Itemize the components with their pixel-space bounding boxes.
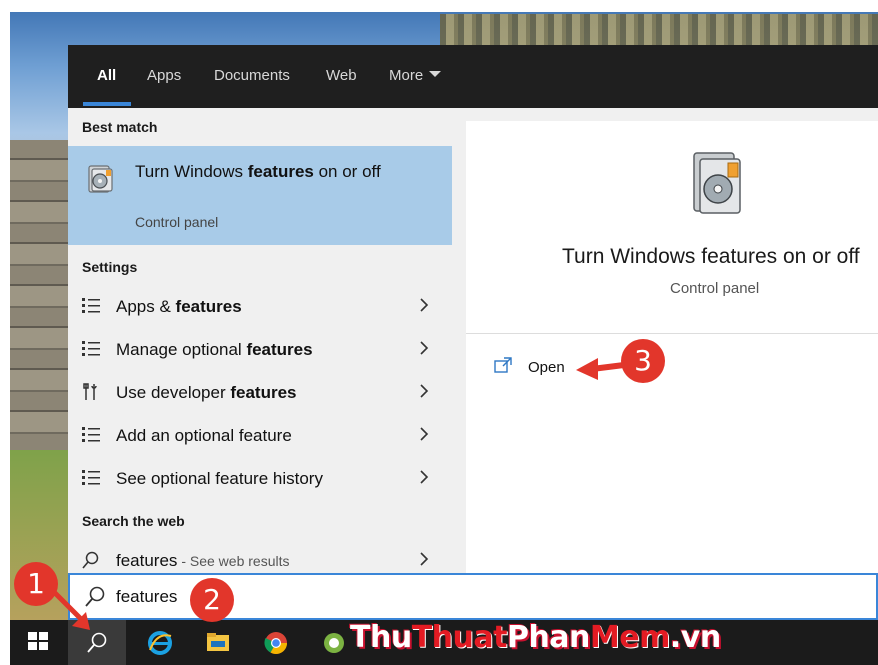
frame-top: [0, 0, 878, 12]
internet-explorer-icon: [148, 631, 172, 655]
open-label: Open: [528, 359, 565, 376]
search-icon: [82, 551, 99, 569]
search-panel: All Apps Documents Web More Best match T…: [68, 45, 878, 620]
chevron-down-icon: [429, 71, 442, 78]
chrome-icon: [264, 632, 287, 654]
preview-pane: Turn Windows features on or off Control …: [466, 121, 878, 573]
windows-features-icon: [88, 165, 113, 193]
preview-subtitle: Control panel: [670, 280, 760, 297]
taskbar-edge-button[interactable]: [130, 620, 188, 665]
chevron-right-icon: [420, 427, 429, 441]
list-icon: [82, 427, 100, 442]
tab-web[interactable]: Web: [326, 67, 357, 84]
list-icon: [82, 470, 100, 485]
list-icon: [82, 341, 100, 356]
step-badge-3: 3: [621, 339, 665, 383]
open-action[interactable]: Open: [494, 355, 584, 377]
settings-header: Settings: [82, 259, 138, 275]
results-list: Best match Turn Windows features on or o…: [68, 108, 453, 573]
chevron-right-icon: [420, 384, 429, 398]
preview-title: Turn Windows features on or off: [562, 245, 860, 268]
tab-more[interactable]: More: [389, 67, 442, 84]
frame-left: [0, 0, 10, 665]
taskbar-chrome-button[interactable]: [246, 620, 304, 665]
settings-item-label: See optional feature history: [116, 469, 323, 488]
chevron-right-icon: [420, 470, 429, 484]
taskbar-explorer-button[interactable]: [188, 620, 246, 665]
background-trees: [440, 14, 878, 46]
annotation-arrow-3: [576, 358, 625, 380]
tab-all[interactable]: All: [97, 67, 116, 84]
active-tab-indicator: [83, 102, 131, 106]
divider: [466, 333, 878, 334]
web-result-label: features - See web results: [116, 551, 290, 570]
taskbar: ThuThuatPhanMem.vn: [10, 620, 878, 665]
chevron-right-icon: [420, 552, 429, 566]
windows-features-icon: [693, 152, 741, 214]
best-match-result[interactable]: Turn Windows features on or off Control …: [68, 146, 452, 245]
settings-item-history[interactable]: See optional feature history: [68, 457, 452, 500]
settings-item-label: Add an optional feature: [116, 426, 292, 445]
tab-more-label: More: [389, 67, 424, 84]
open-icon: [494, 357, 512, 373]
tab-documents[interactable]: Documents: [214, 67, 290, 84]
best-match-subtitle: Control panel: [135, 214, 219, 230]
best-match-title: Turn Windows features on or off: [135, 162, 381, 181]
search-filter-bar: All Apps Documents Web More: [68, 45, 878, 108]
watermark: ThuThuatPhanMem.vn: [350, 620, 721, 655]
windows-logo-icon: [28, 632, 48, 650]
annotation-arrow-1: [52, 590, 90, 630]
app-icon: [324, 633, 344, 653]
settings-item-apps-features[interactable]: Apps & features: [68, 285, 452, 328]
chevron-right-icon: [420, 341, 429, 355]
settings-item-manage-optional[interactable]: Manage optional features: [68, 328, 452, 371]
settings-item-label: Manage optional features: [116, 340, 313, 359]
settings-item-developer[interactable]: Use developer features: [68, 371, 452, 414]
step-badge-2: 2: [190, 578, 234, 622]
chevron-right-icon: [420, 298, 429, 312]
best-match-header: Best match: [82, 119, 158, 135]
settings-item-label: Use developer features: [116, 383, 297, 402]
search-web-header: Search the web: [82, 513, 185, 529]
file-explorer-icon: [207, 633, 229, 651]
list-icon: [82, 298, 100, 313]
settings-item-label: Apps & features: [116, 297, 242, 316]
settings-item-add-optional[interactable]: Add an optional feature: [68, 414, 452, 457]
developer-tools-icon: [83, 383, 97, 400]
tab-apps[interactable]: Apps: [147, 67, 181, 84]
